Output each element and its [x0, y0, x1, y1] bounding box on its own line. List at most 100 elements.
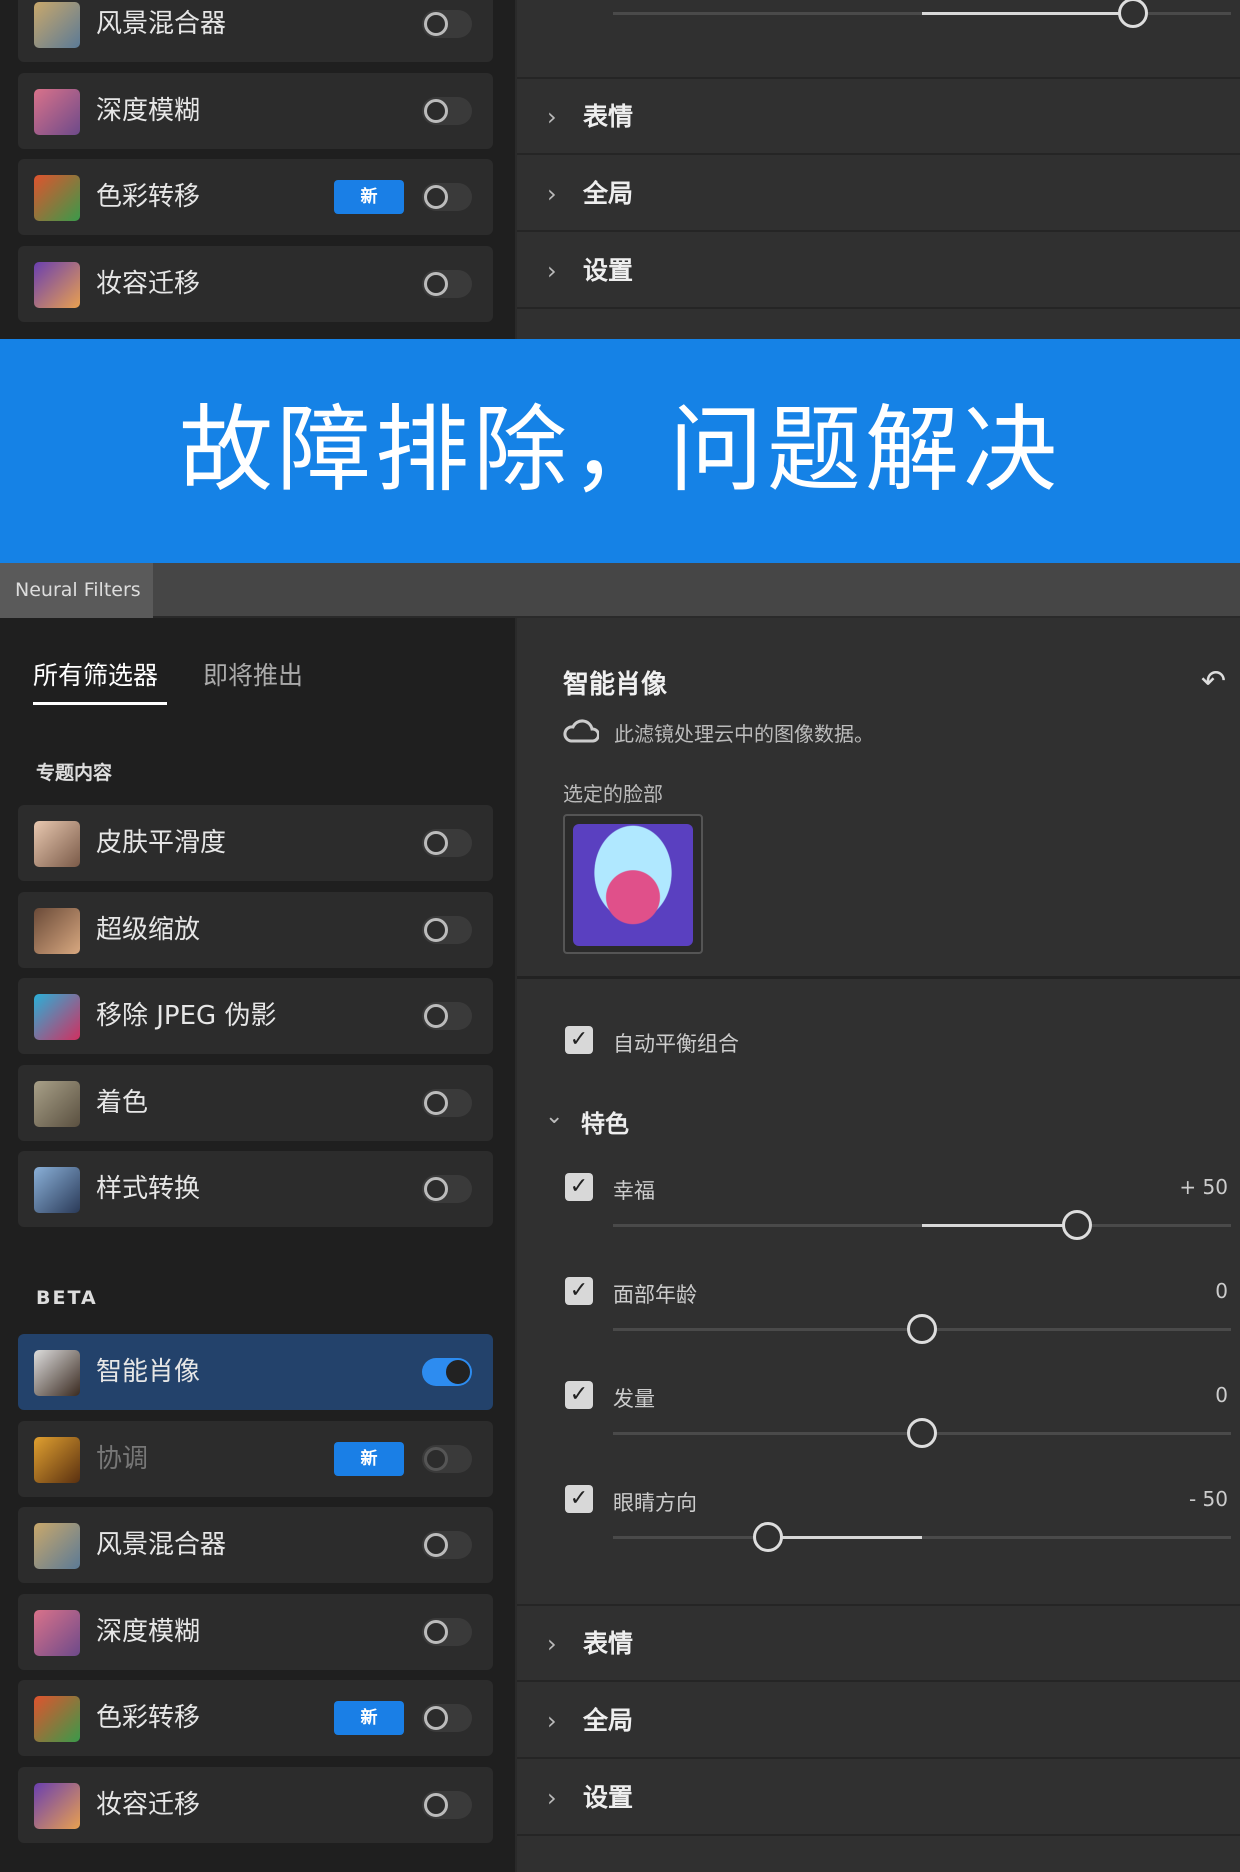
chevron-right-icon: › [547, 1630, 557, 1658]
filter-label: 着色 [96, 1087, 149, 1118]
slider-fill [767, 1536, 922, 1539]
faces-label: 选定的脸部 [563, 782, 663, 806]
filter-label: 深度模糊 [96, 1616, 201, 1647]
filter-toggle[interactable] [422, 1704, 472, 1732]
features-heading[interactable]: 特色 [581, 1104, 629, 1139]
tab-coming-soon[interactable]: 即将推出 [203, 656, 303, 692]
selected-face[interactable] [563, 814, 703, 954]
filter-toggle[interactable] [422, 1175, 472, 1203]
filter-item[interactable]: 妆容迁移 [18, 245, 493, 322]
filter-item[interactable]: 样式转换 [18, 1151, 493, 1227]
feature-slider[interactable] [613, 1522, 1231, 1552]
filter-toggle[interactable] [422, 10, 472, 38]
feature-checkbox[interactable]: ✓ [565, 1381, 593, 1409]
filter-toggle[interactable] [422, 1531, 472, 1559]
filter-item[interactable]: 色彩转移 新 [18, 159, 493, 235]
feature-checkbox[interactable]: ✓ [565, 1173, 593, 1201]
filter-thumbnail [34, 1782, 80, 1829]
filter-thumbnail [34, 1523, 80, 1569]
feature-value: + 50 [1179, 1175, 1228, 1199]
feature-slider[interactable] [613, 1314, 1231, 1344]
filter-label: 深度模糊 [96, 95, 201, 126]
new-badge: 新 [334, 1701, 404, 1735]
feature-checkbox[interactable]: ✓ [565, 1485, 593, 1513]
chevron-right-icon: › [547, 1784, 557, 1812]
filter-thumbnail [34, 1609, 80, 1656]
filter-toggle[interactable] [422, 915, 472, 944]
filter-toggle[interactable] [422, 1088, 472, 1117]
feature-checkbox[interactable]: ✓ [565, 1277, 593, 1305]
filter-toggle[interactable] [422, 96, 472, 125]
active-tab-underline [33, 702, 167, 705]
chevron-right-icon: › [547, 180, 557, 208]
chevron-right-icon: › [547, 257, 557, 285]
auto-balance-checkbox[interactable]: ✓ [565, 1026, 593, 1054]
filter-thumbnail [34, 1167, 80, 1213]
chevron-right-icon: › [547, 1707, 557, 1735]
filter-toggle[interactable] [422, 269, 472, 298]
filter-label: 色彩转移 [96, 1703, 201, 1733]
slider-fill [922, 1224, 1077, 1227]
section-0[interactable]: › 表情 [517, 1606, 1240, 1682]
filter-thumbnail [34, 994, 80, 1040]
feature-slider[interactable] [613, 1418, 1231, 1448]
section-1[interactable]: › 全局 [517, 1683, 1240, 1759]
filter-item[interactable]: 移除 JPEG 伪影 [18, 978, 493, 1054]
chevron-right-icon: › [547, 103, 557, 131]
feature-value: 0 [1215, 1383, 1228, 1407]
filter-list-panel: 所有筛选器 即将推出 专题内容 BETA 皮肤平滑度 超级缩放 移除 JPEG … [0, 618, 515, 1872]
section-label: 全局 [583, 179, 634, 208]
slider-knob[interactable] [752, 1522, 783, 1552]
new-badge: 新 [334, 1441, 404, 1476]
slider-knob[interactable] [1061, 1210, 1092, 1240]
filter-thumbnail [34, 1696, 80, 1742]
section-0[interactable]: › 表情 [517, 79, 1240, 155]
slider-knob[interactable] [907, 1314, 937, 1344]
filter-item[interactable]: 协调 新 [18, 1420, 493, 1497]
filter-thumbnail [34, 1436, 80, 1483]
banner: 故障排除，问题解决 [0, 339, 1240, 563]
filter-label: 智能肖像 [96, 1357, 201, 1387]
slider-knob[interactable] [907, 1418, 937, 1448]
filter-item[interactable]: 智能肖像 [18, 1334, 493, 1410]
tab-all-filters[interactable]: 所有筛选器 [33, 656, 158, 692]
top-detail-panel: › 表情 › 全局 › 设置 [515, 0, 1240, 339]
filter-label: 风景混合器 [96, 1530, 227, 1560]
filter-toggle[interactable] [422, 1002, 472, 1030]
filter-toggle[interactable] [422, 1617, 472, 1646]
top-filter-list: 风景混合器 深度模糊 色彩转移 新 妆容迁移 [0, 0, 515, 339]
divider [517, 0, 1240, 79]
new-badge: 新 [334, 180, 404, 214]
tab-neural-filters[interactable]: Neural Filters [0, 563, 153, 618]
filter-item[interactable]: 深度模糊 [18, 72, 493, 149]
filter-thumbnail [34, 821, 80, 867]
panel-tab-bar: Neural Filters [0, 563, 1240, 618]
filter-label: 样式转换 [96, 1174, 201, 1204]
filter-label: 妆容迁移 [96, 268, 201, 299]
filter-item[interactable]: 风景混合器 [18, 0, 493, 62]
filter-toggle[interactable] [422, 1790, 472, 1819]
auto-balance-label: 自动平衡组合 [613, 1032, 739, 1056]
filter-toggle[interactable] [422, 1444, 472, 1473]
feature-label: 面部年龄 [613, 1283, 697, 1307]
filter-toggle[interactable] [422, 1358, 472, 1386]
section-2[interactable]: › 设置 [517, 233, 1240, 309]
feature-slider[interactable] [613, 1210, 1231, 1240]
featured-heading: 专题内容 [36, 762, 113, 784]
filter-item[interactable]: 着色 [18, 1064, 493, 1141]
filter-item[interactable]: 妆容迁移 [18, 1766, 493, 1843]
filter-toggle[interactable] [422, 183, 472, 211]
filter-toggle[interactable] [422, 829, 472, 857]
filter-thumbnail [34, 175, 80, 221]
section-2[interactable]: › 设置 [517, 1760, 1240, 1836]
filter-item[interactable]: 皮肤平滑度 [18, 805, 493, 881]
reset-icon[interactable]: ↶ [1201, 664, 1226, 699]
filter-item[interactable]: 深度模糊 [18, 1593, 493, 1670]
section-label: 表情 [583, 1629, 634, 1658]
filter-item[interactable]: 色彩转移 新 [18, 1680, 493, 1756]
filter-item[interactable]: 超级缩放 [18, 891, 493, 968]
filter-item[interactable]: 风景混合器 [18, 1507, 493, 1583]
chevron-down-icon[interactable]: ⌄ [545, 1104, 563, 1129]
section-1[interactable]: › 全局 [517, 156, 1240, 232]
feature-label: 发量 [613, 1387, 655, 1411]
